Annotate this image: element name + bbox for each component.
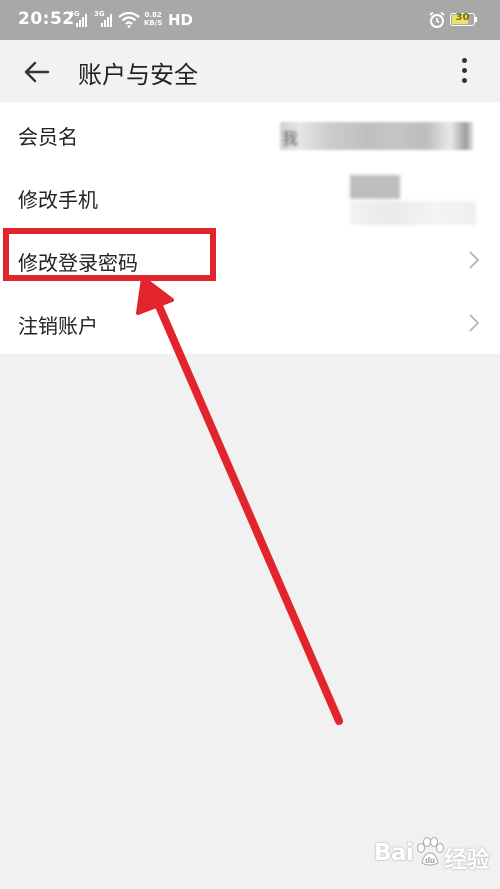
annotation-arrow-shaft: [155, 302, 343, 725]
svg-text:du: du: [425, 856, 435, 865]
watermark-text-right: 经验: [444, 847, 490, 873]
watermark-text-left: Bai: [374, 840, 414, 866]
annotation-arrow-head: [136, 276, 174, 315]
watermark-logo: Bai du 经验: [374, 834, 490, 878]
paw-icon: du: [417, 837, 444, 866]
annotation-arrow: [136, 276, 343, 725]
